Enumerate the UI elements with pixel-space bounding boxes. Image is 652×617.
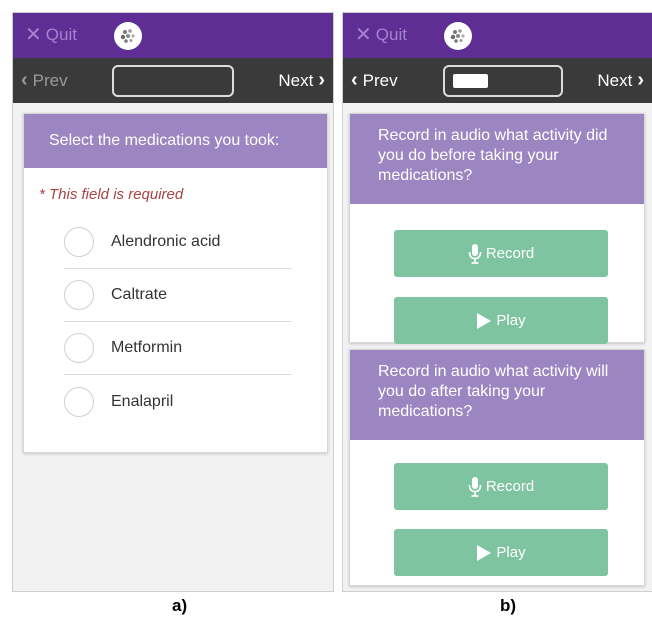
medication-option[interactable]: Caltrate	[64, 269, 292, 322]
record-button[interactable]: Record	[394, 230, 608, 277]
option-label: Alendronic acid	[111, 233, 221, 250]
prev-label: Prev	[32, 71, 68, 90]
audio-question-card: Record in audio what activity will you d…	[349, 349, 645, 586]
close-icon: ✕	[355, 24, 372, 46]
chevron-right-icon: ›	[637, 69, 644, 91]
question-header: Record in audio what activity did you do…	[350, 114, 644, 204]
quit-button[interactable]: ✕ Quit	[355, 24, 407, 46]
record-label: Record	[485, 245, 535, 262]
microphone-icon	[468, 476, 482, 497]
option-label: Metformin	[111, 339, 183, 356]
next-button[interactable]: Next ›	[278, 58, 325, 103]
radio-button[interactable]	[64, 333, 94, 363]
progress-fill	[453, 74, 488, 88]
option-label: Enalapril	[111, 392, 174, 410]
caption-b: b)	[500, 596, 517, 615]
app-logo-icon	[444, 22, 472, 50]
app-logo-icon	[114, 22, 142, 50]
quit-label: Quit	[45, 25, 77, 44]
radio-button[interactable]	[64, 386, 94, 417]
chevron-left-icon: ‹	[21, 69, 28, 91]
radio-button[interactable]	[64, 227, 94, 257]
record-button[interactable]: Record	[394, 463, 608, 510]
medication-option[interactable]: Enalapril	[64, 375, 292, 428]
question-header: Select the medications you took:	[24, 114, 327, 168]
required-field-note: * This field is required	[39, 186, 184, 203]
chevron-left-icon: ‹	[351, 69, 358, 91]
top-bar: ✕ Quit	[343, 13, 652, 58]
option-label: Caltrate	[111, 286, 168, 303]
close-icon: ✕	[25, 24, 42, 46]
progress-indicator	[112, 65, 234, 97]
play-button[interactable]: Play	[394, 297, 608, 344]
navigation-bar: ‹ Prev Next ›	[343, 58, 652, 103]
medication-options: Alendronic acid Caltrate Metformin Enala…	[24, 216, 327, 428]
chevron-right-icon: ›	[318, 69, 325, 91]
quit-label: Quit	[375, 25, 407, 44]
audio-question-card: Record in audio what activity did you do…	[349, 113, 645, 344]
quit-button[interactable]: ✕ Quit	[25, 24, 77, 46]
prev-label: Prev	[362, 71, 398, 90]
prev-button[interactable]: ‹ Prev	[21, 58, 68, 103]
play-label: Play	[496, 312, 526, 329]
microphone-icon	[468, 243, 482, 264]
play-button[interactable]: Play	[394, 529, 608, 576]
medication-option[interactable]: Alendronic acid	[64, 216, 292, 269]
radio-button[interactable]	[64, 280, 94, 310]
play-icon	[476, 544, 492, 562]
caption-a: a)	[172, 596, 188, 615]
question-header: Record in audio what activity will you d…	[350, 350, 644, 440]
progress-indicator	[443, 65, 563, 97]
medication-question-card: Select the medications you took: * This …	[23, 113, 328, 453]
top-bar: ✕ Quit	[13, 13, 333, 58]
medication-option[interactable]: Metformin	[64, 322, 292, 375]
play-label: Play	[496, 544, 526, 561]
next-label: Next	[278, 71, 314, 90]
navigation-bar: ‹ Prev Next ›	[13, 58, 333, 103]
next-label: Next	[597, 71, 633, 90]
next-button[interactable]: Next ›	[597, 58, 644, 103]
prev-button[interactable]: ‹ Prev	[351, 58, 398, 103]
play-icon	[476, 312, 492, 330]
phone-screen-a: ✕ Quit ‹ Prev Next › Select the medicati…	[12, 12, 334, 592]
phone-screen-b: ✕ Quit ‹ Prev Next › Record in audio wha…	[342, 12, 652, 592]
record-label: Record	[485, 478, 535, 495]
